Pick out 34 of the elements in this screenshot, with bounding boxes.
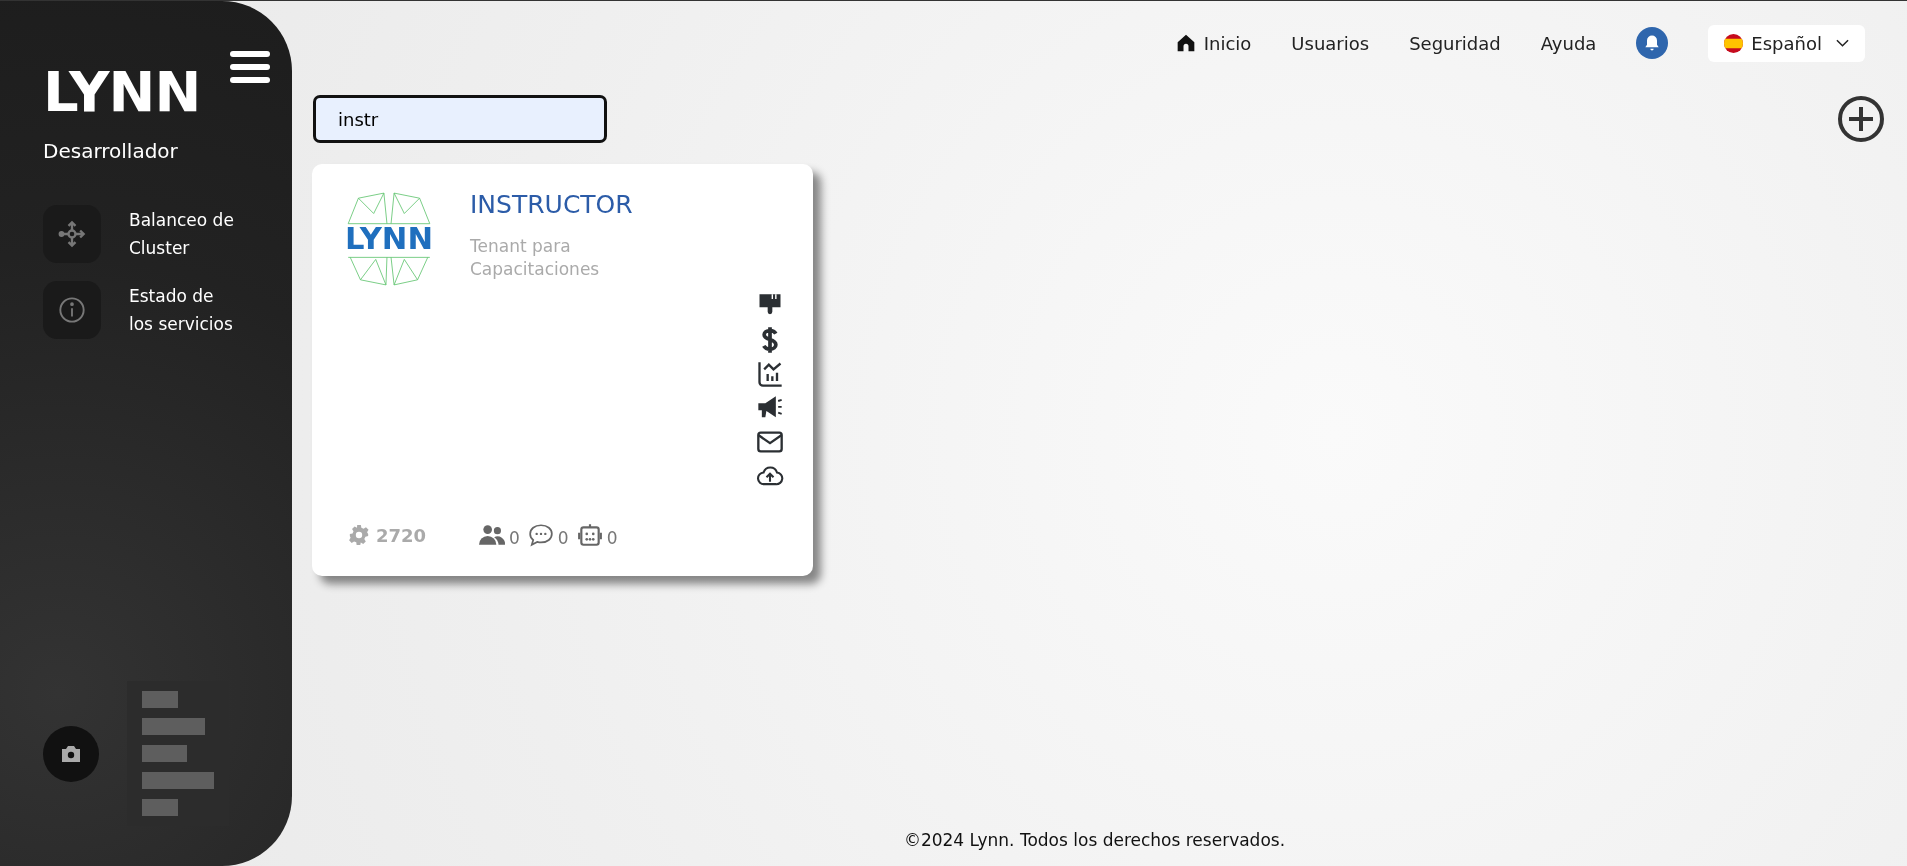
copyright-text: ©2024 Lynn. Todos los derechos reservados. bbox=[902, 830, 1287, 852]
nav-link[interactable]: Ayuda bbox=[1540, 32, 1597, 54]
language-dropdown[interactable]: Español bbox=[1708, 24, 1865, 62]
home-icon bbox=[1175, 33, 1196, 53]
tenant-id: 2720 bbox=[376, 524, 427, 546]
sidebar-link[interactable]: Estado de los servicios bbox=[129, 282, 241, 338]
notifications-button[interactable] bbox=[1636, 27, 1669, 59]
info-icon bbox=[58, 296, 86, 324]
add-icon[interactable] bbox=[1837, 95, 1885, 143]
tenant-description: Tenant para Capacitaciones bbox=[470, 235, 601, 281]
stat-count: 0 bbox=[557, 528, 569, 548]
tenant-card[interactable]: LYNN INSTRUCTOR Tenant para Capacitaciones 2720 0 0 0 bbox=[312, 164, 813, 576]
nav-icon-tile[interactable] bbox=[43, 281, 101, 339]
search-field[interactable]: instr bbox=[313, 95, 607, 143]
people-icon bbox=[478, 522, 506, 548]
logo-network-drawing: LYNN bbox=[338, 188, 440, 290]
sidebar-link[interactable]: Balanceo de Cluster bbox=[129, 206, 241, 262]
chevron-down-icon bbox=[1836, 39, 1849, 47]
chart-icon[interactable] bbox=[756, 360, 784, 388]
logo: LYNN bbox=[43, 58, 201, 126]
nav-icon-tile[interactable] bbox=[43, 205, 101, 263]
nav-link[interactable]: Usuarios bbox=[1291, 32, 1370, 54]
robot-icon bbox=[575, 522, 604, 548]
stat-count: 0 bbox=[606, 528, 618, 548]
stat-count: 0 bbox=[509, 528, 520, 548]
arrows-icon bbox=[58, 220, 86, 248]
spain-flag-icon bbox=[1724, 33, 1744, 53]
role-label: Desarrollador bbox=[43, 139, 179, 163]
gear-icon bbox=[348, 524, 370, 546]
nav-link[interactable]: Seguridad bbox=[1409, 32, 1501, 54]
chat-bubble-icon bbox=[526, 522, 555, 548]
menu-icon[interactable] bbox=[230, 51, 271, 83]
tenant-name: INSTRUCTOR bbox=[470, 190, 634, 219]
nav-link[interactable]: Inicio bbox=[1175, 32, 1252, 54]
